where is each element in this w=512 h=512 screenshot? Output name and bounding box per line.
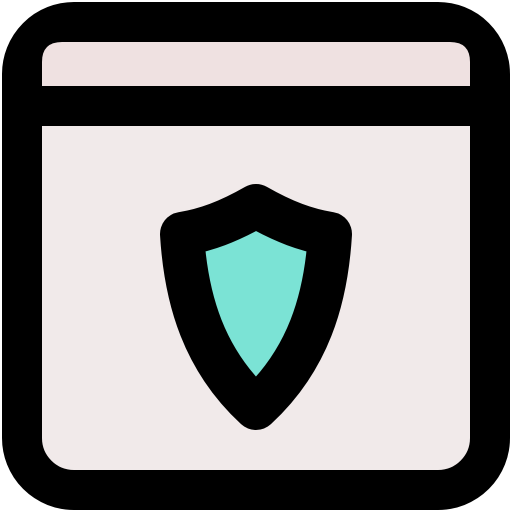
browser-security-icon [0,0,512,512]
shield-icon [160,184,352,430]
browser-window-shield-icon [2,2,510,510]
window-title-bar [42,42,470,86]
